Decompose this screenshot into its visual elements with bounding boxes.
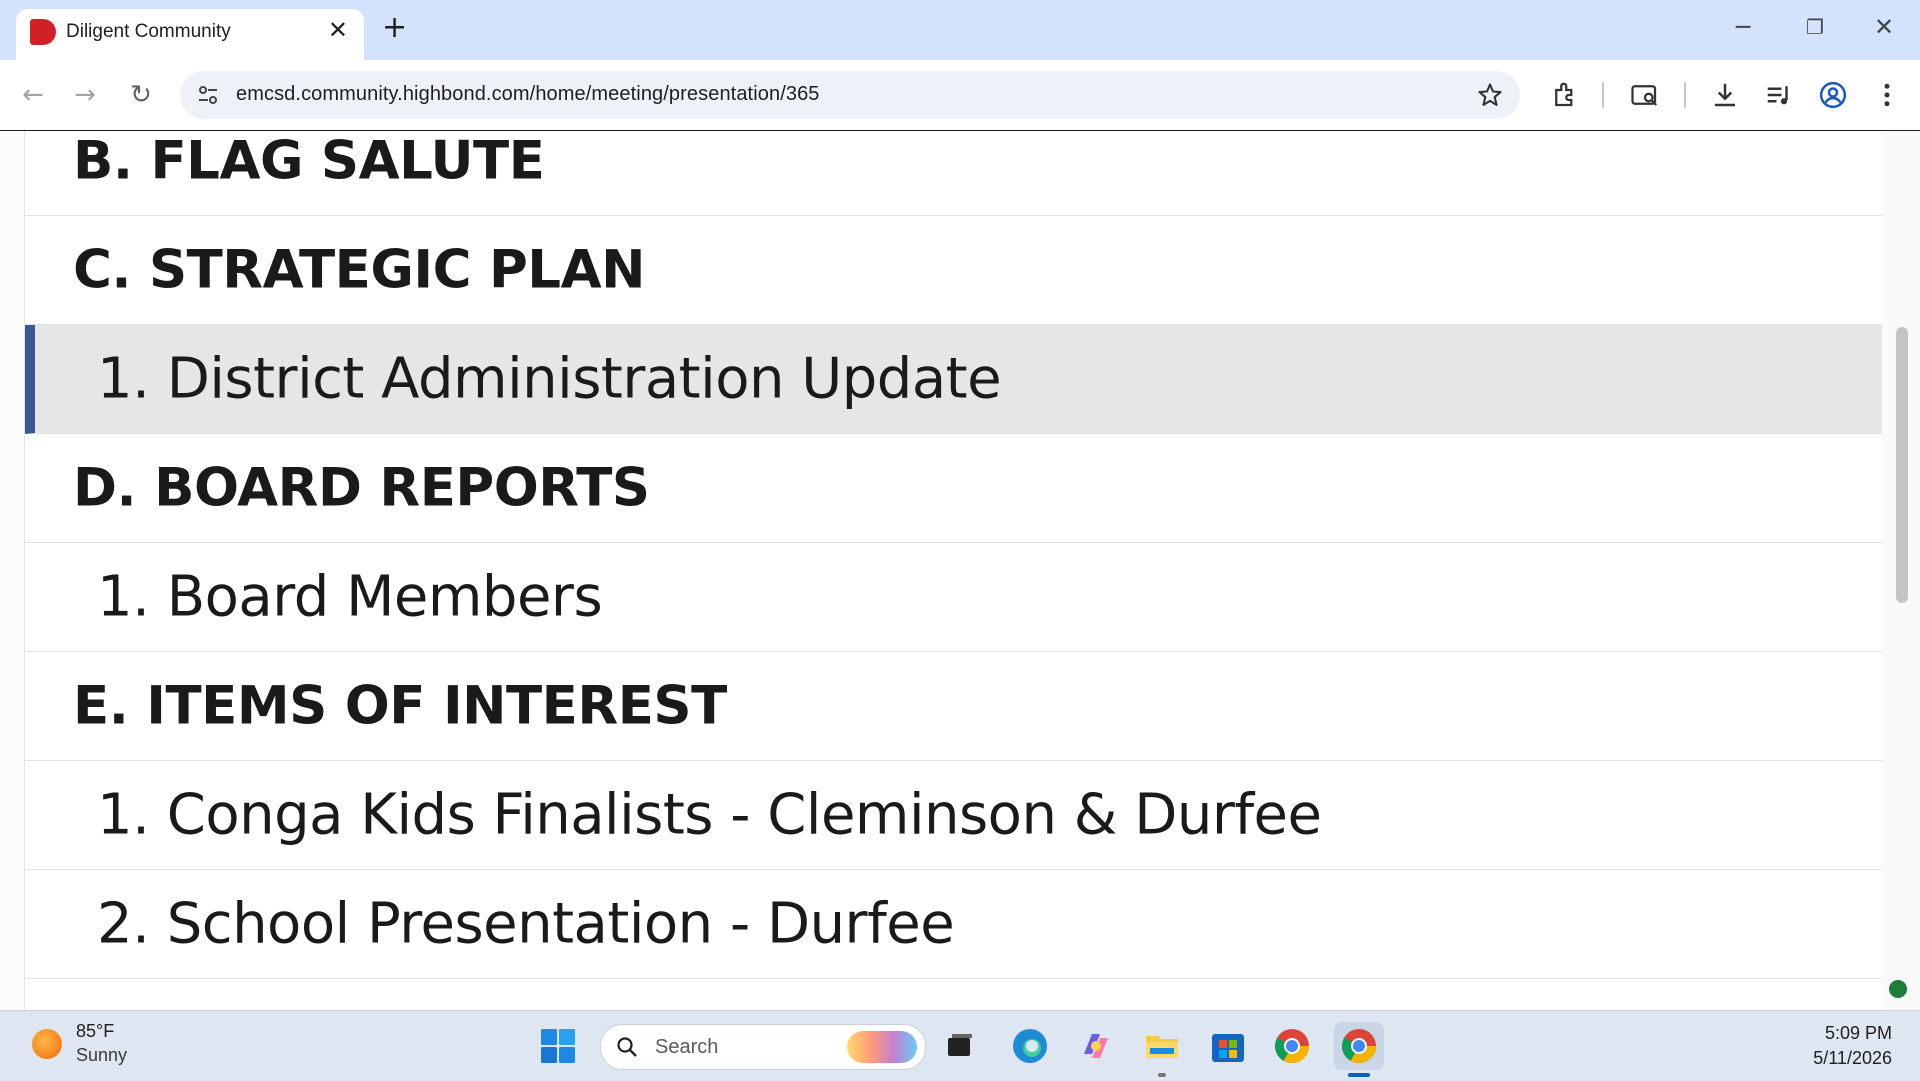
tab-close-button[interactable]: ✕ xyxy=(328,17,348,43)
agenda-section-items-of-interest[interactable]: E. ITEMS OF INTEREST xyxy=(25,652,1883,761)
agenda-item-board-members[interactable]: 1. Board Members xyxy=(25,543,1883,652)
page-content: B. FLAG SALUTE C. STRATEGIC PLAN 1. Dist… xyxy=(0,131,1920,1010)
bookmark-star-icon[interactable] xyxy=(1476,81,1504,109)
agenda-row-label: 1. Conga Kids Finalists - Cleminson & Du… xyxy=(97,782,1322,848)
agenda-row-label: D. BOARD REPORTS xyxy=(73,457,650,519)
agenda-item-district-administration-update[interactable]: 1. District Administration Update xyxy=(25,325,1883,434)
forward-button[interactable]: → xyxy=(68,78,102,112)
copilot-icon[interactable] xyxy=(1076,1026,1116,1066)
scrollbar-track[interactable] xyxy=(1882,131,1920,1010)
weather-temperature[interactable]: 85°F xyxy=(76,1021,114,1042)
agenda-row-label: 1. Board Members xyxy=(97,564,603,630)
task-view-icon[interactable] xyxy=(940,1026,980,1066)
url-text[interactable]: emcsd.community.highbond.com/home/meetin… xyxy=(236,83,820,106)
back-button[interactable]: ← xyxy=(16,78,50,112)
agenda-item-conga-kids-finalists[interactable]: 1. Conga Kids Finalists - Cleminson & Du… xyxy=(25,761,1883,870)
edge-browser-icon[interactable] xyxy=(1010,1026,1050,1066)
more-menu-icon[interactable] xyxy=(1872,80,1902,110)
agenda-list: B. FLAG SALUTE C. STRATEGIC PLAN 1. Dist… xyxy=(24,131,1884,1010)
system-clock[interactable]: 5:09 PM 5/11/2026 xyxy=(1813,1021,1892,1071)
weather-condition[interactable]: Sunny xyxy=(76,1045,127,1066)
taskbar-search-box[interactable]: Search xyxy=(600,1024,926,1070)
agenda-section-flag-salute[interactable]: B. FLAG SALUTE xyxy=(25,131,1883,216)
search-placeholder: Search xyxy=(655,1036,719,1058)
windows-taskbar: 85°F Sunny Search 5:09 PM 5/11/2026 xyxy=(0,1010,1920,1081)
agenda-row-label: 1. District Administration Update xyxy=(97,346,1002,412)
profile-icon[interactable] xyxy=(1818,80,1848,110)
media-controls-icon[interactable] xyxy=(1764,80,1794,110)
browser-tab[interactable]: Diligent Community ✕ xyxy=(16,9,364,60)
microsoft-store-icon[interactable] xyxy=(1208,1026,1248,1066)
restore-button[interactable]: ❐ xyxy=(1806,12,1824,42)
agenda-row-label: 2. School Presentation - Durfee xyxy=(97,891,955,957)
tab-title: Diligent Community xyxy=(66,21,231,42)
downloads-icon[interactable] xyxy=(1710,80,1740,110)
agenda-row-label: B. FLAG SALUTE xyxy=(73,131,545,192)
weather-sun-icon[interactable] xyxy=(32,1029,62,1059)
scrollbar-thumb[interactable] xyxy=(1896,327,1908,603)
agenda-row-label: C. STRATEGIC PLAN xyxy=(73,239,645,301)
file-explorer-icon[interactable] xyxy=(1142,1026,1182,1066)
minimize-button[interactable]: ─ xyxy=(1736,12,1750,42)
status-indicator-dot xyxy=(1889,980,1907,998)
search-highlight-art-icon xyxy=(847,1031,917,1063)
chrome-active-icon[interactable] xyxy=(1339,1026,1379,1066)
browser-toolbar: ← → ↻ emcsd.community.highbond.com/home/… xyxy=(0,60,1920,131)
close-window-button[interactable]: ✕ xyxy=(1874,12,1894,42)
chrome-icon[interactable] xyxy=(1272,1026,1312,1066)
google-lens-icon[interactable] xyxy=(1630,80,1660,110)
site-settings-icon[interactable] xyxy=(196,83,220,107)
file-explorer-running-indicator xyxy=(1158,1073,1166,1077)
address-bar[interactable]: emcsd.community.highbond.com/home/meetin… xyxy=(180,71,1520,119)
windows-start-icon[interactable] xyxy=(540,1028,576,1064)
browser-tab-strip: Diligent Community ✕ + ─ ❐ ✕ xyxy=(0,0,1920,60)
diligent-favicon-icon xyxy=(30,19,56,45)
clock-date: 5/11/2026 xyxy=(1813,1048,1892,1068)
clock-time: 5:09 PM xyxy=(1824,1023,1892,1043)
agenda-section-strategic-plan[interactable]: C. STRATEGIC PLAN xyxy=(25,216,1883,325)
chrome-active-indicator xyxy=(1348,1073,1370,1077)
agenda-section-board-reports[interactable]: D. BOARD REPORTS xyxy=(25,434,1883,543)
reload-button[interactable]: ↻ xyxy=(124,78,158,112)
new-tab-button[interactable]: + xyxy=(382,13,407,43)
extensions-icon[interactable] xyxy=(1550,80,1580,110)
toolbar-divider xyxy=(1602,82,1604,108)
toolbar-divider xyxy=(1684,82,1686,108)
search-icon xyxy=(617,1037,637,1057)
agenda-row-label: E. ITEMS OF INTEREST xyxy=(73,675,727,737)
agenda-item-school-presentation[interactable]: 2. School Presentation - Durfee xyxy=(25,870,1883,979)
